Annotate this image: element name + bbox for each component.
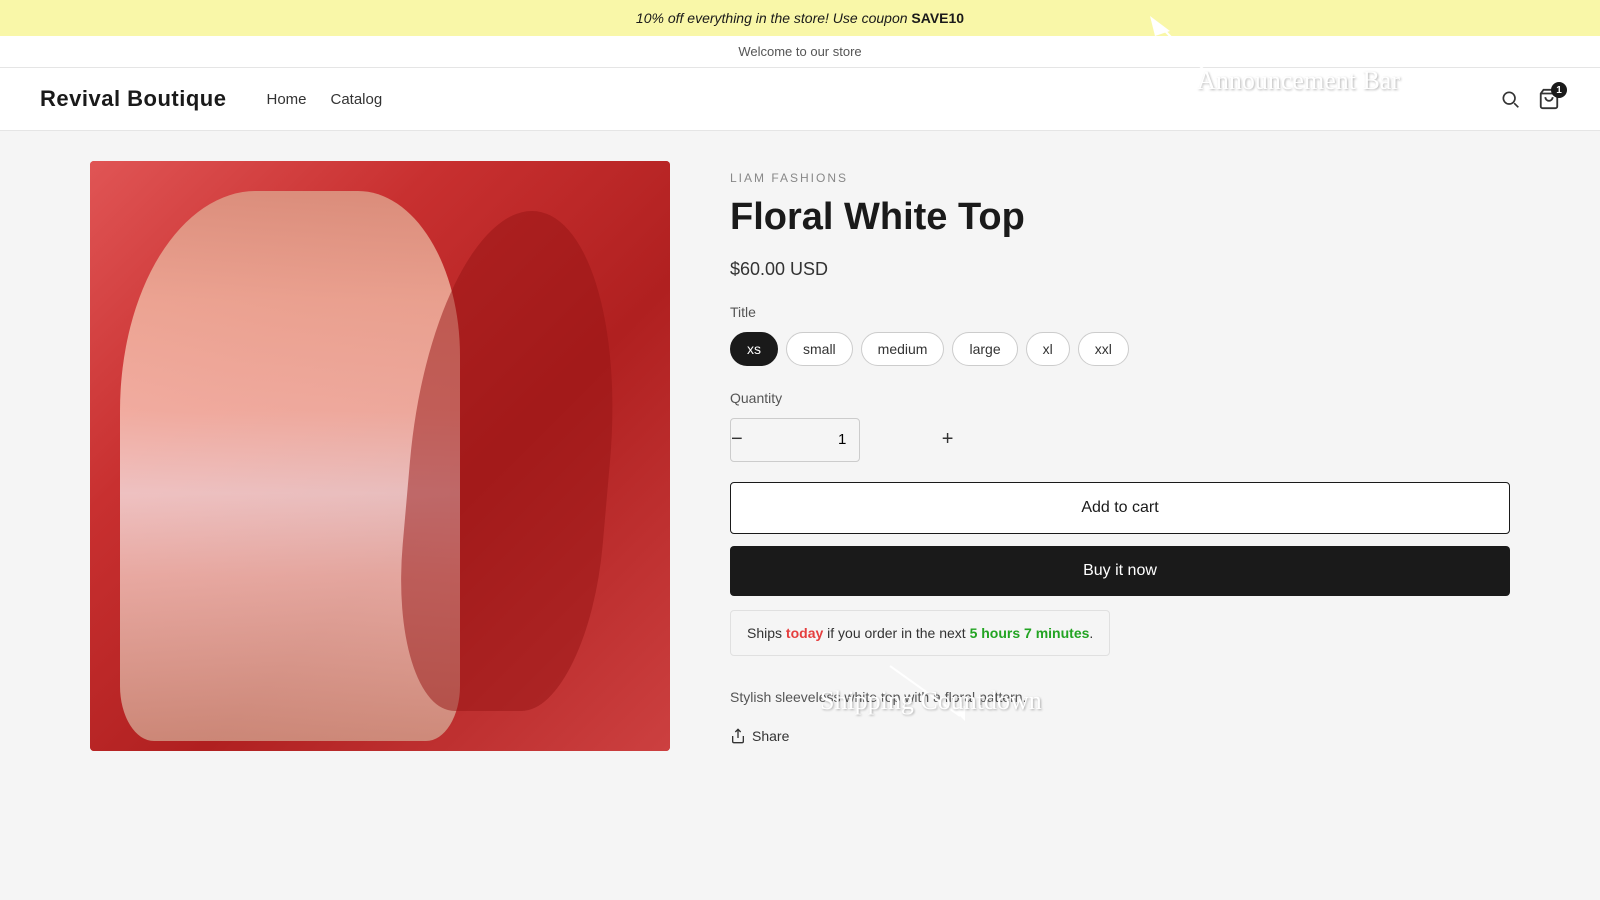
brand-name: LIAM FASHIONS [730, 171, 1510, 185]
size-small[interactable]: small [786, 332, 853, 366]
nav-catalog[interactable]: Catalog [331, 91, 383, 108]
share-label: Share [752, 728, 789, 744]
buy-now-button[interactable]: Buy it now [730, 546, 1510, 596]
header-icons: 1 [1500, 88, 1560, 110]
share-icon [730, 728, 746, 744]
product-image-container [90, 161, 670, 751]
plus-icon: + [942, 428, 954, 451]
announcement-middle: everything in the store! Use coupon [687, 10, 907, 26]
size-medium[interactable]: medium [861, 332, 945, 366]
cart-count: 1 [1551, 82, 1567, 98]
shipping-period: . [1089, 625, 1093, 641]
share-button[interactable]: Share [730, 728, 789, 744]
logo: Revival Boutique [40, 86, 226, 112]
product-details: LIAM FASHIONS Floral White Top $60.00 US… [730, 161, 1510, 751]
product-image-bg [90, 161, 670, 751]
product-image [90, 161, 670, 751]
quantity-input[interactable] [743, 431, 942, 448]
minus-icon: − [731, 428, 743, 451]
size-options: xs small medium large xl xxl [730, 332, 1510, 366]
person-figure [120, 191, 460, 741]
nav-home[interactable]: Home [266, 91, 306, 108]
welcome-bar: Welcome to our store [0, 36, 1600, 68]
size-xxl[interactable]: xxl [1078, 332, 1129, 366]
ships-label: Ships [747, 625, 782, 641]
ships-today: today [786, 625, 823, 641]
size-option-label: Title [730, 304, 1510, 320]
search-button[interactable] [1500, 89, 1520, 109]
product-title: Floral White Top [730, 195, 1510, 241]
shipping-countdown: Ships today if you order in the next 5 h… [730, 610, 1110, 656]
size-xs[interactable]: xs [730, 332, 778, 366]
size-large[interactable]: large [952, 332, 1017, 366]
coupon-code: SAVE10 [911, 10, 964, 26]
nav: Home Catalog [266, 91, 382, 108]
quantity-decrease-button[interactable]: − [731, 419, 743, 461]
product-price: $60.00 USD [730, 259, 1510, 280]
size-xl[interactable]: xl [1026, 332, 1070, 366]
header: Revival Boutique Home Catalog 1 [0, 68, 1600, 131]
welcome-text: Welcome to our store [738, 44, 861, 59]
announcement-bar: 10% off everything in the store! Use cou… [0, 0, 1600, 36]
shipping-if-text: if you order in the next [827, 625, 966, 641]
shipping-countdown-label: Shipping Countdown [820, 686, 1042, 716]
search-icon [1500, 89, 1520, 109]
quantity-control: − + [730, 418, 860, 462]
cart-button[interactable]: 1 [1538, 88, 1560, 110]
announcement-discount: 10% off [636, 10, 683, 26]
quantity-label: Quantity [730, 390, 1510, 406]
countdown-time: 5 hours 7 minutes [970, 625, 1090, 641]
quantity-increase-button[interactable]: + [942, 419, 954, 461]
add-to-cart-button[interactable]: Add to cart [730, 482, 1510, 534]
main-content: LIAM FASHIONS Floral White Top $60.00 US… [50, 131, 1550, 781]
